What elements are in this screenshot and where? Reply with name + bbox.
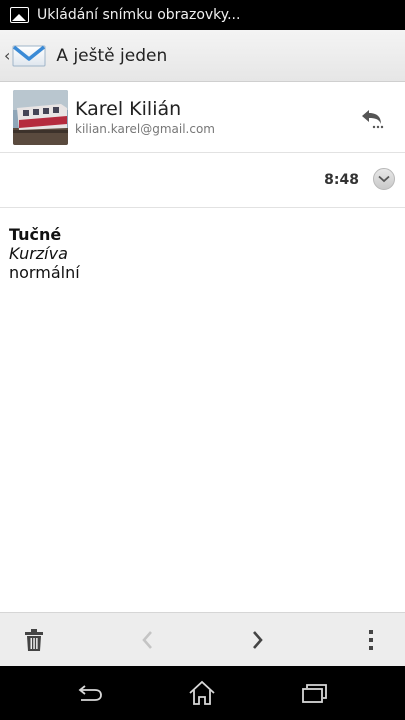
recent-apps-button[interactable] [279,666,349,720]
home-button[interactable] [167,666,237,720]
picture-icon [10,7,29,23]
bottom-toolbar [0,612,405,666]
reply-icon [362,110,384,129]
reply-button[interactable] [359,106,387,130]
sender-email: kilian.karel@gmail.com [75,122,215,136]
overflow-menu-icon [369,630,373,650]
sender-info: Karel Kilián kilian.karel@gmail.com [75,98,215,136]
chevron-down-icon [378,175,390,183]
message-body: Tučné Kurzíva normální [9,225,80,282]
contact-avatar[interactable] [13,89,68,145]
chevron-left-icon [142,631,152,649]
recent-apps-icon [302,684,327,703]
back-icon [78,685,102,701]
status-notification-text: Ukládání snímku obrazovky... [37,7,241,23]
body-line-italic: Kurzíva [9,244,68,263]
email-envelope-icon [12,44,46,68]
message-time: 8:48 [324,172,359,188]
back-button[interactable] [56,666,126,720]
status-bar: Ukládání snímku obrazovky... [0,0,405,30]
action-bar: ‹ A ještě jeden [0,30,405,82]
trash-icon [25,629,43,651]
expand-details-button[interactable] [373,168,395,190]
body-line-bold: Tučné [9,225,62,244]
delete-button[interactable] [4,613,64,667]
message-subject-title: A ještě jeden [56,45,168,66]
home-icon [189,680,215,705]
sender-header: Karel Kilián kilian.karel@gmail.com [0,82,405,153]
overflow-menu-button[interactable] [341,613,401,667]
up-navigation-button[interactable]: ‹ [0,30,52,81]
system-navigation-bar [0,666,405,720]
body-line-normal: normální [9,263,80,282]
chevron-right-icon [253,631,263,649]
next-message-button[interactable] [228,613,288,667]
sender-name: Karel Kilián [75,98,182,120]
chevron-left-icon: ‹ [4,46,11,65]
message-meta-row: 8:48 [0,153,405,208]
previous-message-button[interactable] [117,613,177,667]
